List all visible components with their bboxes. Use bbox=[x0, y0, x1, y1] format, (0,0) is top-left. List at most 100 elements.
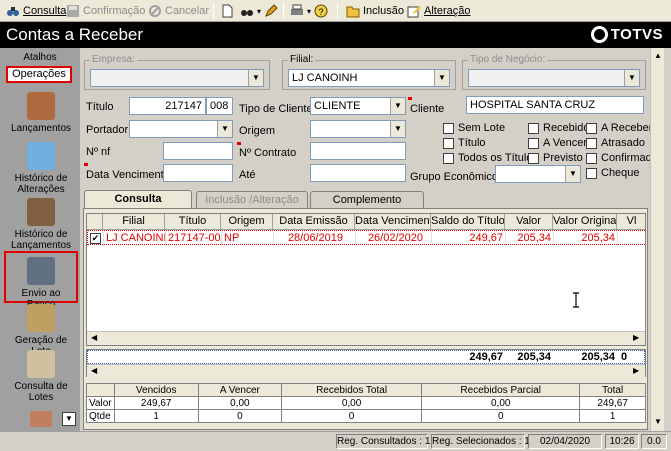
box-icon bbox=[27, 92, 55, 120]
tipo-cliente-select[interactable]: CLIENTE ▼ bbox=[310, 97, 406, 115]
scroll-up-icon[interactable]: ▲ bbox=[654, 50, 662, 62]
scroll-left-icon[interactable]: ◀ bbox=[91, 365, 97, 377]
scroll-down-icon[interactable]: ▼ bbox=[654, 416, 662, 428]
data-vencimento-label: Data Vencimento bbox=[86, 169, 170, 181]
inclusao-button[interactable]: Inclusão bbox=[344, 2, 406, 20]
package-icon bbox=[27, 304, 55, 332]
grid-header-valor[interactable]: Valor bbox=[505, 214, 553, 230]
origem-label: Origem bbox=[239, 125, 276, 137]
cell-origem: NP bbox=[222, 231, 274, 246]
help-button[interactable]: ? bbox=[312, 2, 330, 20]
sem-lote-checkbox[interactable]: Sem Lote bbox=[443, 122, 505, 134]
sidebar-item-historico-alteracoes[interactable]: Histórico de Alterações bbox=[10, 142, 72, 195]
sidebar-item-envio-banco[interactable]: Envio ao Banco bbox=[10, 257, 72, 310]
alteracao-button[interactable]: Alteração bbox=[405, 2, 472, 20]
tipo-negocio-select[interactable]: ▼ bbox=[468, 69, 640, 87]
consulta-button[interactable]: Consulta bbox=[4, 2, 68, 20]
summary-qtde-a-vencer: 0 bbox=[197, 409, 282, 423]
tipo-cliente-label: Tipo de Cliente bbox=[239, 103, 313, 115]
window-title: Contas a Receber bbox=[0, 22, 671, 48]
row-checkbox[interactable]: ✔ bbox=[88, 231, 104, 246]
tab-inclusao-alteracao[interactable]: Inclusão /Alteração bbox=[196, 191, 308, 208]
contrato-input[interactable] bbox=[310, 142, 406, 160]
cell-valor-original: 205,34 bbox=[554, 231, 618, 246]
summary-header-vencidos: Vencidos bbox=[113, 383, 199, 397]
recebido-checkbox[interactable]: Recebido bbox=[528, 122, 589, 134]
nf-input[interactable] bbox=[163, 142, 233, 160]
summary-header-a-vencer: A Vencer bbox=[197, 383, 282, 397]
grid-header-select bbox=[87, 214, 103, 230]
grid-header-titulo[interactable]: Título bbox=[165, 214, 221, 230]
help-icon: ? bbox=[314, 4, 328, 18]
titulo-checkbox[interactable]: Título bbox=[443, 137, 486, 149]
summary-valor-recebidos-total: 0,00 bbox=[280, 396, 423, 410]
edit-button[interactable] bbox=[262, 2, 280, 20]
summary-valor-vencidos: 249,67 bbox=[113, 396, 199, 410]
summary-qtde-vencidos: 1 bbox=[113, 409, 199, 423]
table-row[interactable]: ✔ LJ CANOINH 217147-008 NP 28/06/2019 26… bbox=[87, 230, 645, 246]
cancelar-button[interactable]: Cancelar bbox=[146, 2, 211, 20]
empresa-select[interactable]: ▼ bbox=[90, 69, 264, 87]
scroll-right-icon[interactable]: ▶ bbox=[633, 332, 639, 344]
scroll-left-icon[interactable]: ◀ bbox=[91, 332, 97, 344]
find-button[interactable]: ▾ bbox=[238, 2, 263, 20]
folder-icon bbox=[346, 6, 360, 18]
cancel-icon bbox=[149, 5, 161, 17]
scroll-right-icon[interactable]: ▶ bbox=[633, 365, 639, 377]
cell-emissao: 28/06/2019 bbox=[274, 231, 356, 246]
binoculars-icon bbox=[7, 7, 19, 16]
filial-select[interactable]: LJ CANOINH ▼ bbox=[288, 69, 450, 87]
atrasado-checkbox[interactable]: Atrasado bbox=[586, 137, 645, 149]
cell-filial: LJ CANOINH bbox=[106, 231, 166, 246]
sidebar-scroll-down-button[interactable]: ▼ bbox=[62, 412, 76, 426]
a-receber-checkbox[interactable]: A Receber bbox=[586, 122, 652, 134]
portador-select[interactable]: ▼ bbox=[129, 120, 233, 138]
grid-header-data-emissao[interactable]: Data Emissão bbox=[273, 214, 355, 230]
grid-header-origem[interactable]: Origem bbox=[221, 214, 273, 230]
main-vertical-scrollbar[interactable]: ▲ ▼ bbox=[650, 48, 664, 431]
total-vl: 0 bbox=[621, 351, 628, 363]
grid-header-data-vencimento[interactable]: Data Vencimento bbox=[355, 214, 431, 230]
chevron-down-icon: ▼ bbox=[217, 121, 232, 137]
print-button[interactable]: ▾ bbox=[288, 2, 313, 20]
cheque-checkbox[interactable]: Cheque bbox=[586, 167, 640, 179]
summary-header-total: Total bbox=[579, 383, 646, 397]
totals-horizontal-scrollbar[interactable]: ◀ ▶ bbox=[87, 364, 645, 378]
new-document-button[interactable] bbox=[218, 2, 236, 20]
sidebar-item-historico-lancamentos[interactable]: Histórico de Lançamentos bbox=[10, 198, 72, 251]
chevron-down-icon: ▾ bbox=[307, 6, 312, 16]
required-marker bbox=[84, 163, 88, 166]
titulo-seq-input[interactable]: 008 bbox=[206, 97, 233, 115]
previsto-checkbox[interactable]: Previsto bbox=[528, 152, 583, 164]
ate-input[interactable] bbox=[310, 164, 406, 182]
titulo-input[interactable]: 217147 bbox=[129, 97, 206, 115]
summary-header-recebidos-total: Recebidos Total bbox=[280, 383, 423, 397]
tab-consulta[interactable]: Consulta bbox=[84, 190, 192, 208]
cell-titulo: 217147-008 bbox=[168, 231, 222, 246]
grid-header-valor-original[interactable]: Valor Original bbox=[553, 214, 617, 230]
grid-header-filial[interactable]: Filial bbox=[103, 214, 165, 230]
tab-complemento[interactable]: Complemento bbox=[310, 191, 424, 208]
confirmado-checkbox[interactable]: Confirmado bbox=[586, 152, 658, 164]
grid-header-saldo[interactable]: Saldo do Título bbox=[431, 214, 505, 230]
grid-header-vl[interactable]: Vl bbox=[617, 214, 645, 230]
confirmacao-button[interactable]: Confirmação bbox=[64, 2, 147, 20]
grupo-economico-select[interactable]: ▼ bbox=[495, 165, 581, 183]
sidebar-header: Atalhos bbox=[23, 52, 57, 63]
cliente-input[interactable]: HOSPITAL SANTA CRUZ bbox=[466, 96, 644, 114]
sidebar-item-consulta-lotes[interactable]: Consulta de Lotes bbox=[10, 350, 72, 403]
summary-valor-recebidos-parcial: 0,00 bbox=[421, 396, 581, 410]
data-vencimento-input[interactable] bbox=[163, 164, 233, 182]
box-stack-icon bbox=[27, 198, 55, 226]
a-vencer-checkbox[interactable]: A Vencer bbox=[528, 137, 587, 149]
origem-select[interactable]: ▼ bbox=[310, 120, 406, 138]
sidebar-operacoes[interactable]: Operações bbox=[6, 66, 72, 83]
chevron-down-icon: ▼ bbox=[390, 98, 405, 114]
grid-horizontal-scrollbar[interactable]: ◀ ▶ bbox=[87, 331, 645, 345]
contrato-label: Nº Contrato bbox=[239, 147, 297, 159]
sidebar-item-lancamentos[interactable]: Lançamentos bbox=[10, 92, 72, 134]
todos-titulos-checkbox[interactable]: Todos os Títulos bbox=[443, 152, 538, 164]
status-bar: Reg. Consultados : 1 Reg. Selecionados :… bbox=[0, 431, 671, 451]
ate-label: Até bbox=[239, 169, 256, 181]
summary-qtde-label: Qtde bbox=[86, 409, 115, 423]
